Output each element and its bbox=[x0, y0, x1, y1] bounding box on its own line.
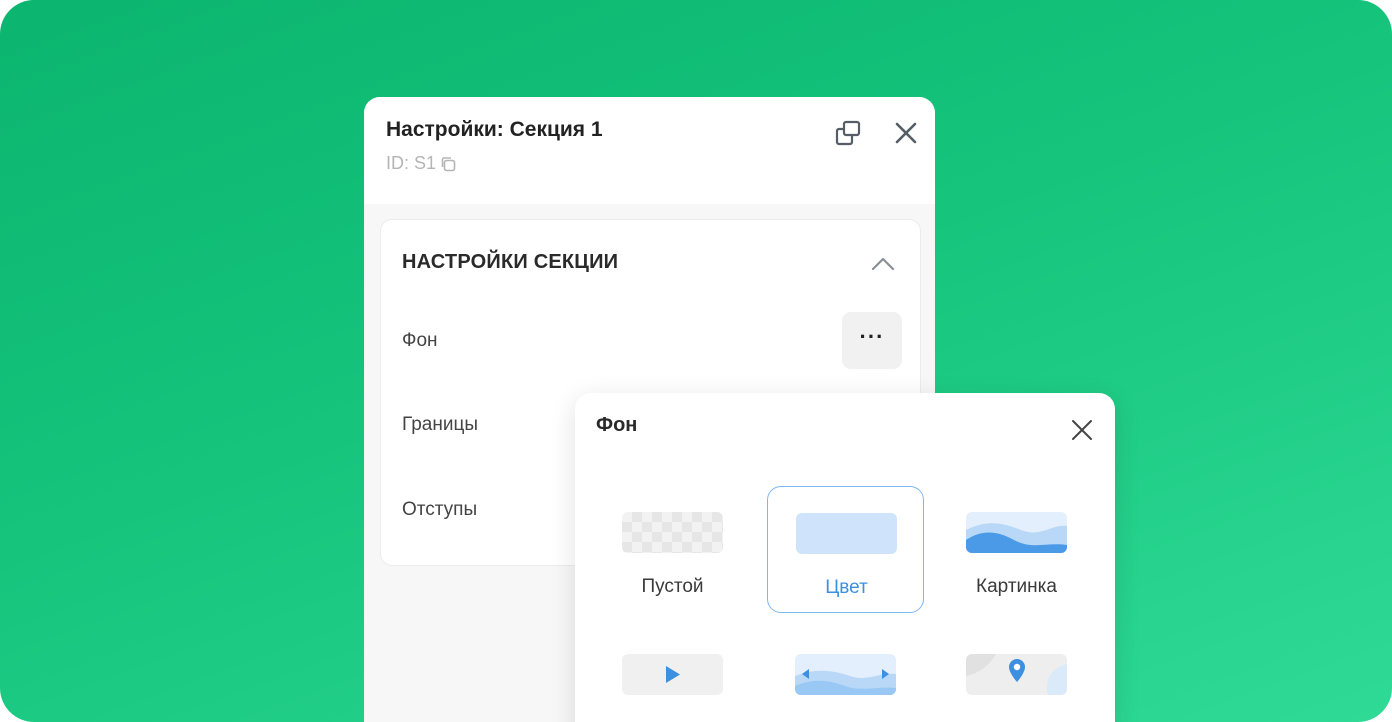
bg-option-image[interactable]: Картинка bbox=[938, 486, 1095, 613]
bg-option-empty[interactable]: Пустой bbox=[594, 486, 751, 613]
popup-close-button[interactable] bbox=[1067, 415, 1097, 445]
background-popup: Фон Пустой Цвет Картинка bbox=[575, 393, 1115, 722]
section-id: ID: S1 bbox=[386, 153, 457, 174]
gradient-background: Настройки: Секция 1 ID: S1 НАСТРОЙКИ СЕК… bbox=[0, 0, 1392, 722]
image-waves-icon bbox=[966, 512, 1067, 553]
slider-arrows-icon bbox=[795, 654, 896, 695]
close-icon bbox=[895, 122, 917, 144]
panel-title: Настройки: Секция 1 bbox=[386, 118, 603, 141]
more-icon: ··· bbox=[859, 323, 885, 349]
close-icon bbox=[1072, 420, 1092, 440]
bg-option-color[interactable]: Цвет bbox=[767, 486, 924, 613]
copy-icon[interactable] bbox=[439, 155, 457, 173]
background-more-button[interactable]: ··· bbox=[842, 312, 902, 369]
bg-option-label: Цвет bbox=[825, 577, 868, 598]
bg-option-label: Картинка bbox=[976, 576, 1057, 597]
map-pin-icon bbox=[966, 654, 1067, 695]
section-settings-title: НАСТРОЙКИ СЕКЦИИ bbox=[402, 251, 619, 273]
setting-row-background[interactable]: Фон bbox=[402, 330, 438, 352]
setting-row-borders[interactable]: Границы bbox=[402, 414, 478, 436]
chevron-up-icon bbox=[871, 257, 895, 271]
solid-color-icon bbox=[796, 513, 897, 554]
detach-window-icon bbox=[835, 120, 861, 146]
transparent-checker-icon bbox=[622, 512, 723, 553]
video-play-icon bbox=[622, 654, 723, 695]
panel-close-button[interactable] bbox=[892, 119, 920, 147]
bg-option-video[interactable] bbox=[594, 628, 751, 722]
setting-row-padding[interactable]: Отступы bbox=[402, 499, 477, 521]
detach-window-button[interactable] bbox=[834, 119, 862, 147]
collapse-button[interactable] bbox=[869, 250, 897, 278]
panel-header: Настройки: Секция 1 ID: S1 bbox=[364, 97, 935, 204]
section-id-label: ID: S1 bbox=[386, 153, 437, 173]
popup-title: Фон bbox=[596, 414, 638, 436]
bg-option-map[interactable] bbox=[938, 628, 1095, 722]
bg-option-slider[interactable] bbox=[767, 628, 924, 722]
bg-option-label: Пустой bbox=[641, 576, 704, 597]
